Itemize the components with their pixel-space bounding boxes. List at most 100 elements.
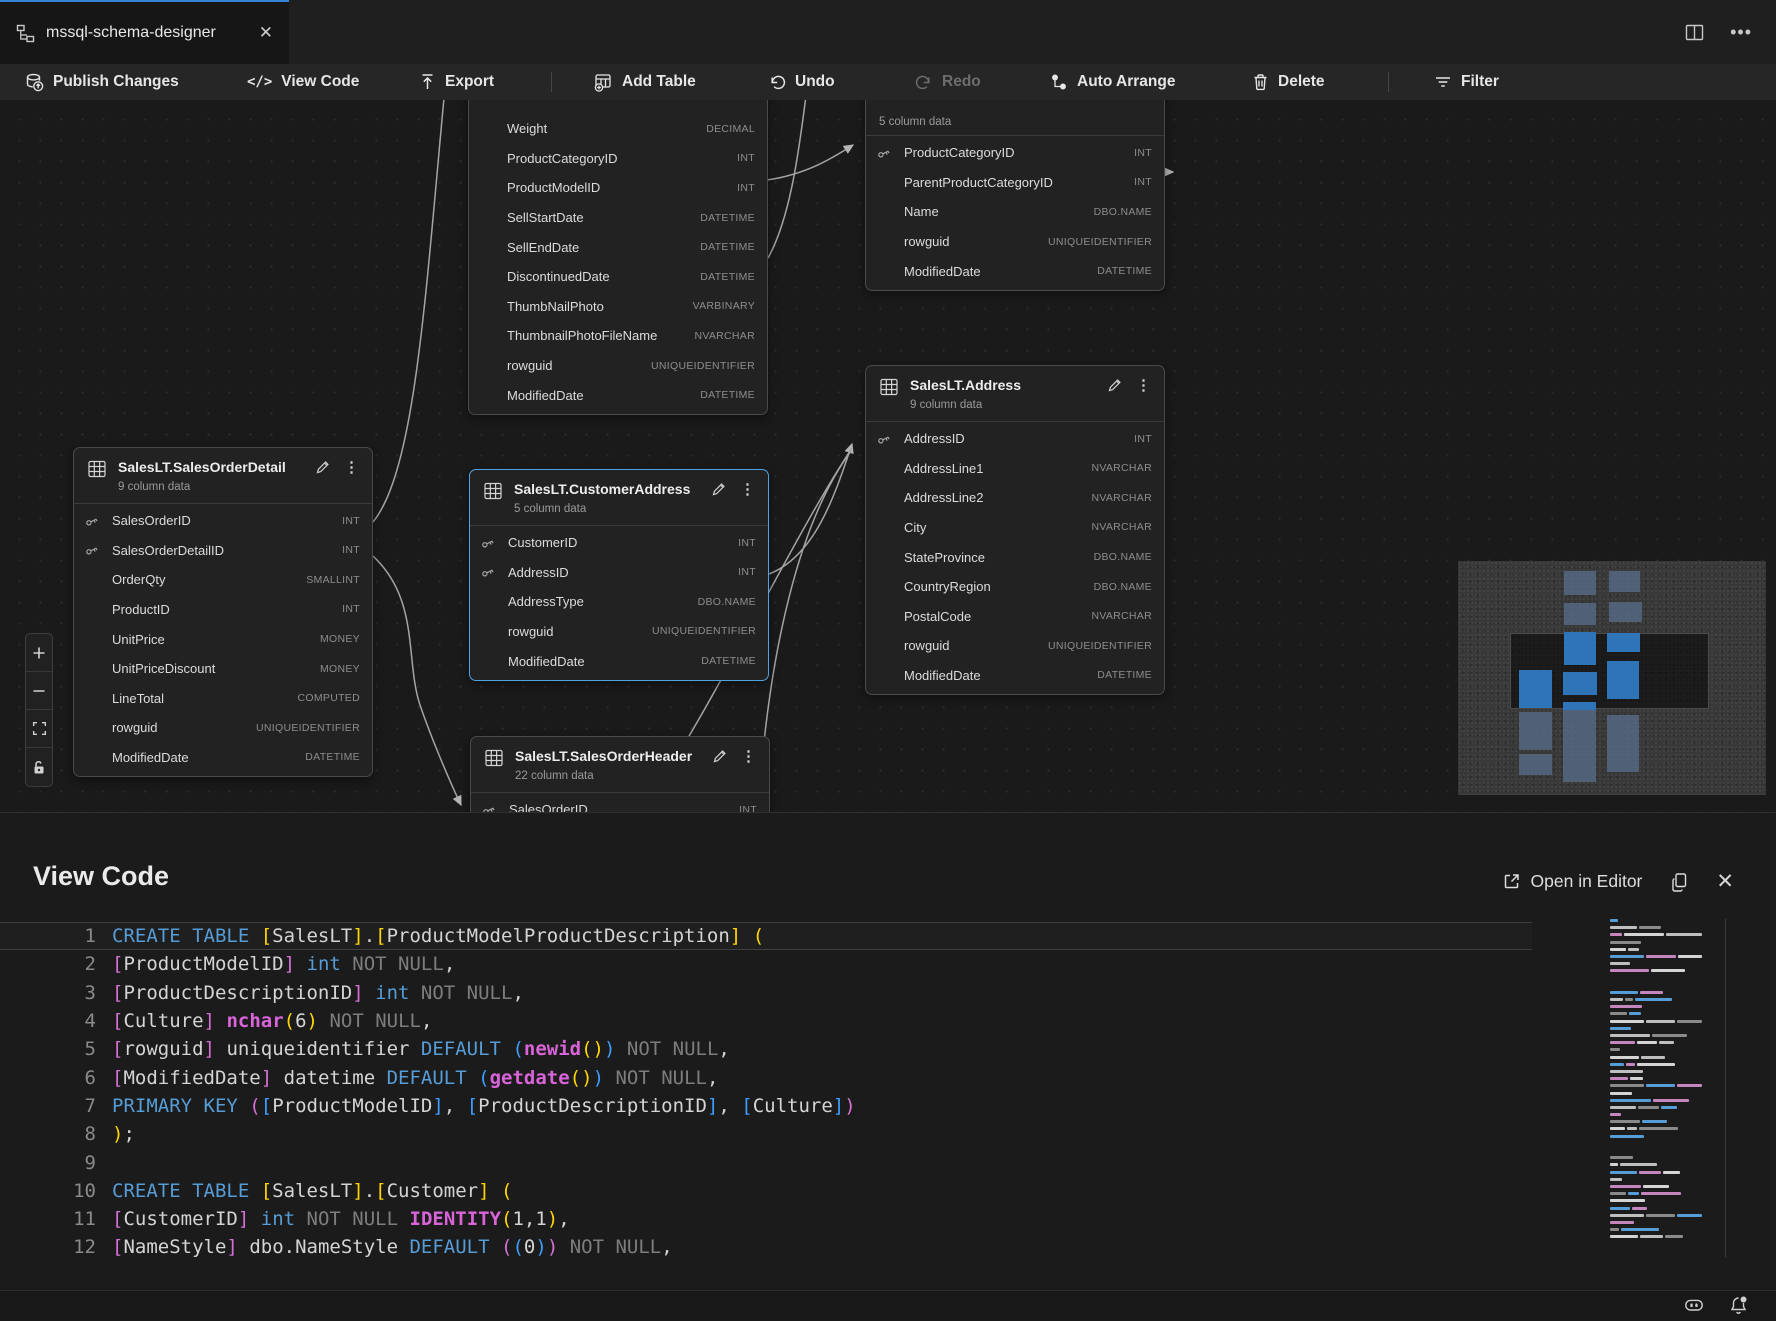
filter-button[interactable]: Filter <box>1434 64 1499 100</box>
table-column-row[interactable]: ModifiedDateDATETIME <box>469 380 767 410</box>
column-name: rowguid <box>112 720 158 735</box>
table-column-row[interactable]: SellStartDateDATETIME <box>469 203 767 233</box>
column-type: INT <box>1134 176 1152 188</box>
table-card-customeraddress[interactable]: SalesLT.CustomerAddress 5 column data ⋮ … <box>469 469 769 681</box>
table-card-salesorderheader[interactable]: SalesLT.SalesOrderHeader 22 column data … <box>470 736 770 812</box>
code-line[interactable]: 12[NameStyle] dbo.NameStyle DEFAULT ((0)… <box>0 1233 1532 1261</box>
export-button[interactable]: Export <box>419 64 494 100</box>
bell-notification-icon[interactable] <box>1729 1295 1748 1315</box>
sql-code-editor[interactable]: 1CREATE TABLE [SalesLT].[ProductModelPro… <box>0 922 1532 1262</box>
lock-button[interactable] <box>26 748 52 786</box>
open-in-editor-button[interactable]: Open in Editor <box>1502 871 1643 892</box>
table-column-row[interactable]: LineTotalCOMPUTED <box>74 683 372 713</box>
table-menu-icon[interactable]: ⋮ <box>741 749 756 764</box>
copilot-icon[interactable] <box>1683 1295 1705 1315</box>
table-column-row[interactable]: StateProvinceDBO.NAME <box>866 542 1164 572</box>
table-card-salesorderdetail[interactable]: SalesLT.SalesOrderDetail 9 column data ⋮… <box>73 447 373 777</box>
table-column-row[interactable]: AddressLine1NVARCHAR <box>866 453 1164 483</box>
column-type: MONEY <box>320 633 360 645</box>
table-column-row[interactable]: NameDBO.NAME <box>866 197 1164 227</box>
table-card-address[interactable]: SalesLT.Address 9 column data ⋮ AddressI… <box>865 365 1165 695</box>
copy-code-icon[interactable] <box>1670 872 1688 892</box>
table-column-row[interactable]: ThumbNailPhotoVARBINARY <box>469 292 767 322</box>
close-panel-icon[interactable]: ✕ <box>1716 869 1734 894</box>
table-column-row[interactable]: ParentProductCategoryIDINT <box>866 168 1164 198</box>
auto-arrange-button[interactable]: Auto Arrange <box>1050 64 1175 100</box>
table-column-row[interactable]: rowguidUNIQUEIDENTIFIER <box>469 351 767 381</box>
table-column-row[interactable]: ModifiedDateDATETIME <box>866 661 1164 691</box>
tab-mssql-schema-designer[interactable]: mssql-schema-designer ✕ <box>0 0 289 64</box>
table-column-row[interactable]: ModifiedDateDATETIME <box>470 646 768 676</box>
table-column-row[interactable]: SalesOrderIDINT <box>471 795 769 812</box>
table-column-row[interactable]: UnitPriceMONEY <box>74 624 372 654</box>
table-column-row[interactable]: AddressTypeDBO.NAME <box>470 587 768 617</box>
table-column-row[interactable]: AddressLine2NVARCHAR <box>866 483 1164 513</box>
fit-view-button[interactable] <box>26 710 52 748</box>
code-line[interactable]: 10CREATE TABLE [SalesLT].[Customer] ( <box>0 1177 1532 1205</box>
column-type: NVARCHAR <box>694 330 755 342</box>
column-name: CountryRegion <box>904 579 991 594</box>
code-line[interactable]: 5[rowguid] uniqueidentifier DEFAULT (new… <box>0 1035 1532 1063</box>
table-column-row[interactable]: PostalCodeNVARCHAR <box>866 601 1164 631</box>
diagram-minimap[interactable] <box>1458 561 1766 795</box>
table-column-row[interactable]: ProductCategoryIDINT <box>866 138 1164 168</box>
edit-table-icon[interactable] <box>1107 377 1123 393</box>
undo-button[interactable]: Undo <box>768 64 835 100</box>
delete-button[interactable]: Delete <box>1252 64 1325 100</box>
table-column-row[interactable]: SellEndDateDATETIME <box>469 232 767 262</box>
publish-changes-button[interactable]: Publish Changes <box>25 64 179 100</box>
column-name: ProductCategoryID <box>507 151 618 166</box>
redo-button[interactable]: Redo <box>915 64 981 100</box>
code-scrollbar[interactable] <box>1725 919 1726 1257</box>
table-column-row[interactable]: ProductModelIDINT <box>469 173 767 203</box>
table-column-row[interactable]: AddressIDINT <box>866 424 1164 454</box>
table-column-row[interactable]: CountryRegionDBO.NAME <box>866 572 1164 602</box>
table-menu-icon[interactable]: ⋮ <box>1136 378 1151 393</box>
zoom-in-button[interactable] <box>26 634 52 672</box>
table-column-row[interactable]: rowguidUNIQUEIDENTIFIER <box>866 227 1164 257</box>
table-card-product[interactable]: WeightDECIMALProductCategoryIDINTProduct… <box>468 100 768 415</box>
code-line[interactable]: 9 <box>0 1148 1532 1176</box>
split-editor-icon[interactable] <box>1685 24 1704 41</box>
column-type: DATETIME <box>701 655 756 667</box>
table-column-row[interactable]: rowguidUNIQUEIDENTIFIER <box>74 713 372 743</box>
code-line[interactable]: 4[Culture] nchar(6) NOT NULL, <box>0 1007 1532 1035</box>
code-line[interactable]: 7PRIMARY KEY ([ProductModelID], [Product… <box>0 1092 1532 1120</box>
edit-table-icon[interactable] <box>315 459 331 475</box>
tab-close-icon[interactable]: ✕ <box>259 23 273 43</box>
table-card-productcategory[interactable]: 5 column data ProductCategoryIDINTParent… <box>865 100 1165 291</box>
table-column-row[interactable]: CityNVARCHAR <box>866 513 1164 543</box>
table-column-row[interactable]: rowguidUNIQUEIDENTIFIER <box>470 617 768 647</box>
table-column-row[interactable]: WeightDECIMAL <box>469 114 767 144</box>
table-column-row[interactable]: ModifiedDateDATETIME <box>74 743 372 773</box>
table-column-row[interactable]: OrderQtySMALLINT <box>74 565 372 595</box>
table-menu-icon[interactable]: ⋮ <box>740 482 755 497</box>
code-line[interactable]: 1CREATE TABLE [SalesLT].[ProductModelPro… <box>0 922 1532 950</box>
edit-table-icon[interactable] <box>712 748 728 764</box>
add-table-button[interactable]: Add Table <box>594 64 696 100</box>
code-line[interactable]: 8); <box>0 1120 1532 1148</box>
edit-table-icon[interactable] <box>711 481 727 497</box>
table-column-row[interactable]: SalesOrderIDINT <box>74 506 372 536</box>
code-line[interactable]: 2[ProductModelID] int NOT NULL, <box>0 950 1532 978</box>
more-actions-icon[interactable]: ••• <box>1730 22 1752 43</box>
table-column-row[interactable]: ProductCategoryIDINT <box>469 144 767 174</box>
table-column-row[interactable]: ModifiedDateDATETIME <box>866 256 1164 286</box>
table-column-row[interactable]: rowguidUNIQUEIDENTIFIER <box>866 631 1164 661</box>
schema-canvas[interactable]: WeightDECIMALProductCategoryIDINTProduct… <box>0 100 1776 812</box>
code-line[interactable]: 3[ProductDescriptionID] int NOT NULL, <box>0 979 1532 1007</box>
table-column-row[interactable]: SalesOrderDetailIDINT <box>74 535 372 565</box>
table-column-row[interactable]: ThumbnailPhotoFileNameNVARCHAR <box>469 321 767 351</box>
code-line[interactable]: 6[ModifiedDate] datetime DEFAULT (getdat… <box>0 1063 1532 1091</box>
table-menu-icon[interactable]: ⋮ <box>344 460 359 475</box>
code-minimap[interactable] <box>1610 919 1702 1257</box>
table-column-row[interactable]: ProductIDINT <box>74 595 372 625</box>
table-column-row[interactable]: DiscontinuedDateDATETIME <box>469 262 767 292</box>
table-column-row[interactable]: CustomerIDINT <box>470 528 768 558</box>
code-line[interactable]: 11[CustomerID] int NOT NULL IDENTITY(1,1… <box>0 1205 1532 1233</box>
table-column-row[interactable]: AddressIDINT <box>470 557 768 587</box>
zoom-out-button[interactable] <box>26 672 52 710</box>
view-code-button[interactable]: </> View Code <box>247 64 359 100</box>
table-column-row[interactable]: UnitPriceDiscountMONEY <box>74 654 372 684</box>
column-type: NVARCHAR <box>1091 521 1152 533</box>
